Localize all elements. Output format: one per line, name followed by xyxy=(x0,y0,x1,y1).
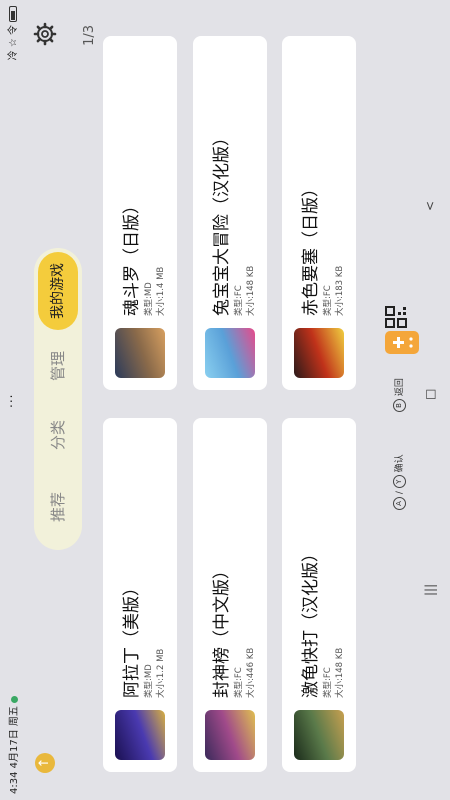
game-title: 阿拉丁（美版） xyxy=(122,579,142,698)
game-card[interactable]: 激龟快打（汉化版） 类型:FC 大小:148 KB xyxy=(282,418,356,772)
recent-apps-icon[interactable]: ||| xyxy=(423,584,437,596)
game-cover xyxy=(205,328,255,378)
b-button-icon: B xyxy=(393,399,406,412)
game-size: 大小:183 KB xyxy=(335,265,345,316)
game-cover xyxy=(294,710,344,760)
back-hint: B 返回 xyxy=(392,378,406,412)
game-title: 激龟快打（汉化版） xyxy=(301,545,321,698)
game-type: 类型:FC xyxy=(234,667,244,698)
game-title: 赤色要塞（日版） xyxy=(301,180,321,316)
qr-code-icon[interactable] xyxy=(385,306,407,328)
game-card[interactable]: 兔宝宝大冒险（汉化版） 类型:FC 大小:148 KB xyxy=(193,36,267,390)
game-cover xyxy=(115,710,165,760)
bottom-bar: A / Y 确认 B 返回 ||| □ < xyxy=(383,0,443,800)
gear-icon[interactable] xyxy=(33,22,57,46)
game-card[interactable]: 封神榜（中文版） 类型:FC 大小:446 KB xyxy=(193,418,267,772)
a-button-icon: A xyxy=(393,497,406,510)
nav-back-icon[interactable]: < xyxy=(423,201,437,211)
y-button-icon: Y xyxy=(393,475,406,489)
tab-category[interactable]: 分类 xyxy=(38,406,78,464)
game-card[interactable]: 赤色要塞（日版） 类型:FC 大小:183 KB xyxy=(282,36,356,390)
home-icon[interactable]: □ xyxy=(423,389,437,400)
status-icons: 冷 ☆ 令 xyxy=(4,6,19,60)
game-cover xyxy=(294,328,344,378)
status-bar: 4:34 4月17日 周五 ... 冷 ☆ 令 xyxy=(0,0,22,800)
game-cover xyxy=(115,328,165,378)
game-type: 类型:FC xyxy=(323,667,333,698)
game-size: 大小:446 KB xyxy=(246,647,256,698)
status-time: 4:34 4月17日 周五 xyxy=(5,696,20,794)
back-arrow-icon[interactable]: ↑ xyxy=(35,753,55,773)
game-type: 类型:FC xyxy=(234,285,244,316)
battery-icon xyxy=(9,6,17,22)
game-card[interactable]: 阿拉丁（美版） 类型:MD 大小:1.2 MB xyxy=(103,418,177,772)
game-size: 大小:1.4 MB xyxy=(156,266,166,316)
game-title: 魂斗罗（日版） xyxy=(122,197,142,316)
game-title: 封神榜（中文版） xyxy=(212,562,232,698)
game-card[interactable]: 魂斗罗（日版） 类型:MD 大小:1.4 MB xyxy=(103,36,177,390)
game-type: 类型:FC xyxy=(323,285,333,316)
game-size: 大小:148 KB xyxy=(335,647,345,698)
tab-manage[interactable]: 管理 xyxy=(38,337,78,395)
tab-my-games[interactable]: 我的游戏 xyxy=(38,252,78,330)
game-type: 类型:MD xyxy=(144,282,154,316)
gamepad-icon[interactable] xyxy=(385,331,419,354)
tab-bar: 推荐 分类 管理 我的游戏 xyxy=(34,248,82,550)
page-indicator: 1/3 xyxy=(82,25,97,46)
game-cover xyxy=(205,710,255,760)
screen: 4:34 4月17日 周五 ... 冷 ☆ 令 ↑ 推荐 分类 管理 我的游戏 … xyxy=(0,0,450,800)
tab-recommend[interactable]: 推荐 xyxy=(38,478,78,536)
menu-dots-icon[interactable]: ... xyxy=(1,394,15,408)
confirm-hint: A / Y 确认 xyxy=(392,454,406,510)
notification-dot-icon xyxy=(10,696,18,704)
game-type: 类型:MD xyxy=(144,664,154,698)
game-title: 兔宝宝大冒险（汉化版） xyxy=(212,129,232,316)
game-size: 大小:1.2 MB xyxy=(156,648,166,698)
game-size: 大小:148 KB xyxy=(246,265,256,316)
